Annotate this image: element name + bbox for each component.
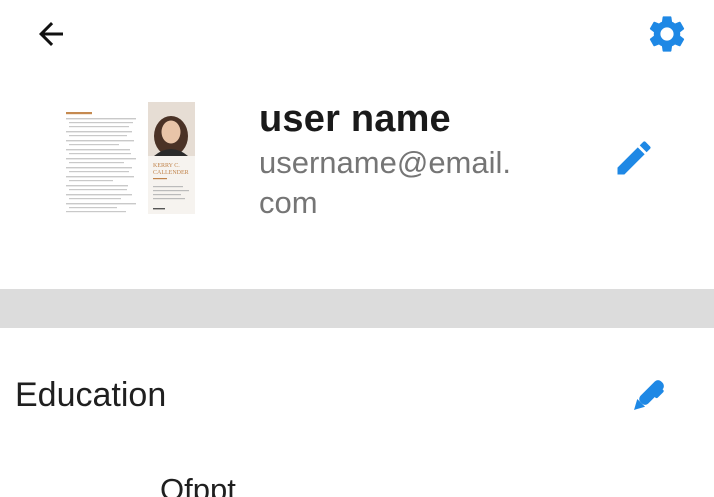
resume-thumbnail: KERRY C. CALLENDER [62,102,195,214]
user-email: username@email.com [259,145,512,220]
svg-text:CALLENDER: CALLENDER [153,170,189,176]
pencil-icon [617,141,651,175]
education-item: Ofppt [160,472,236,497]
edit-education-button[interactable] [624,374,670,420]
pen-icon [634,380,664,410]
profile-screen: KERRY C. CALLENDER user name username@em… [0,0,714,497]
user-name: user name [259,98,451,140]
arrow-left-icon [39,22,63,46]
gear-icon [649,16,685,52]
avatar[interactable]: KERRY C. CALLENDER [62,102,195,214]
settings-button[interactable] [644,11,690,57]
section-divider [0,289,714,328]
edit-profile-button[interactable] [612,136,656,180]
svg-text:KERRY C.: KERRY C. [153,163,180,169]
back-button[interactable] [30,14,72,54]
education-title: Education [15,376,167,414]
